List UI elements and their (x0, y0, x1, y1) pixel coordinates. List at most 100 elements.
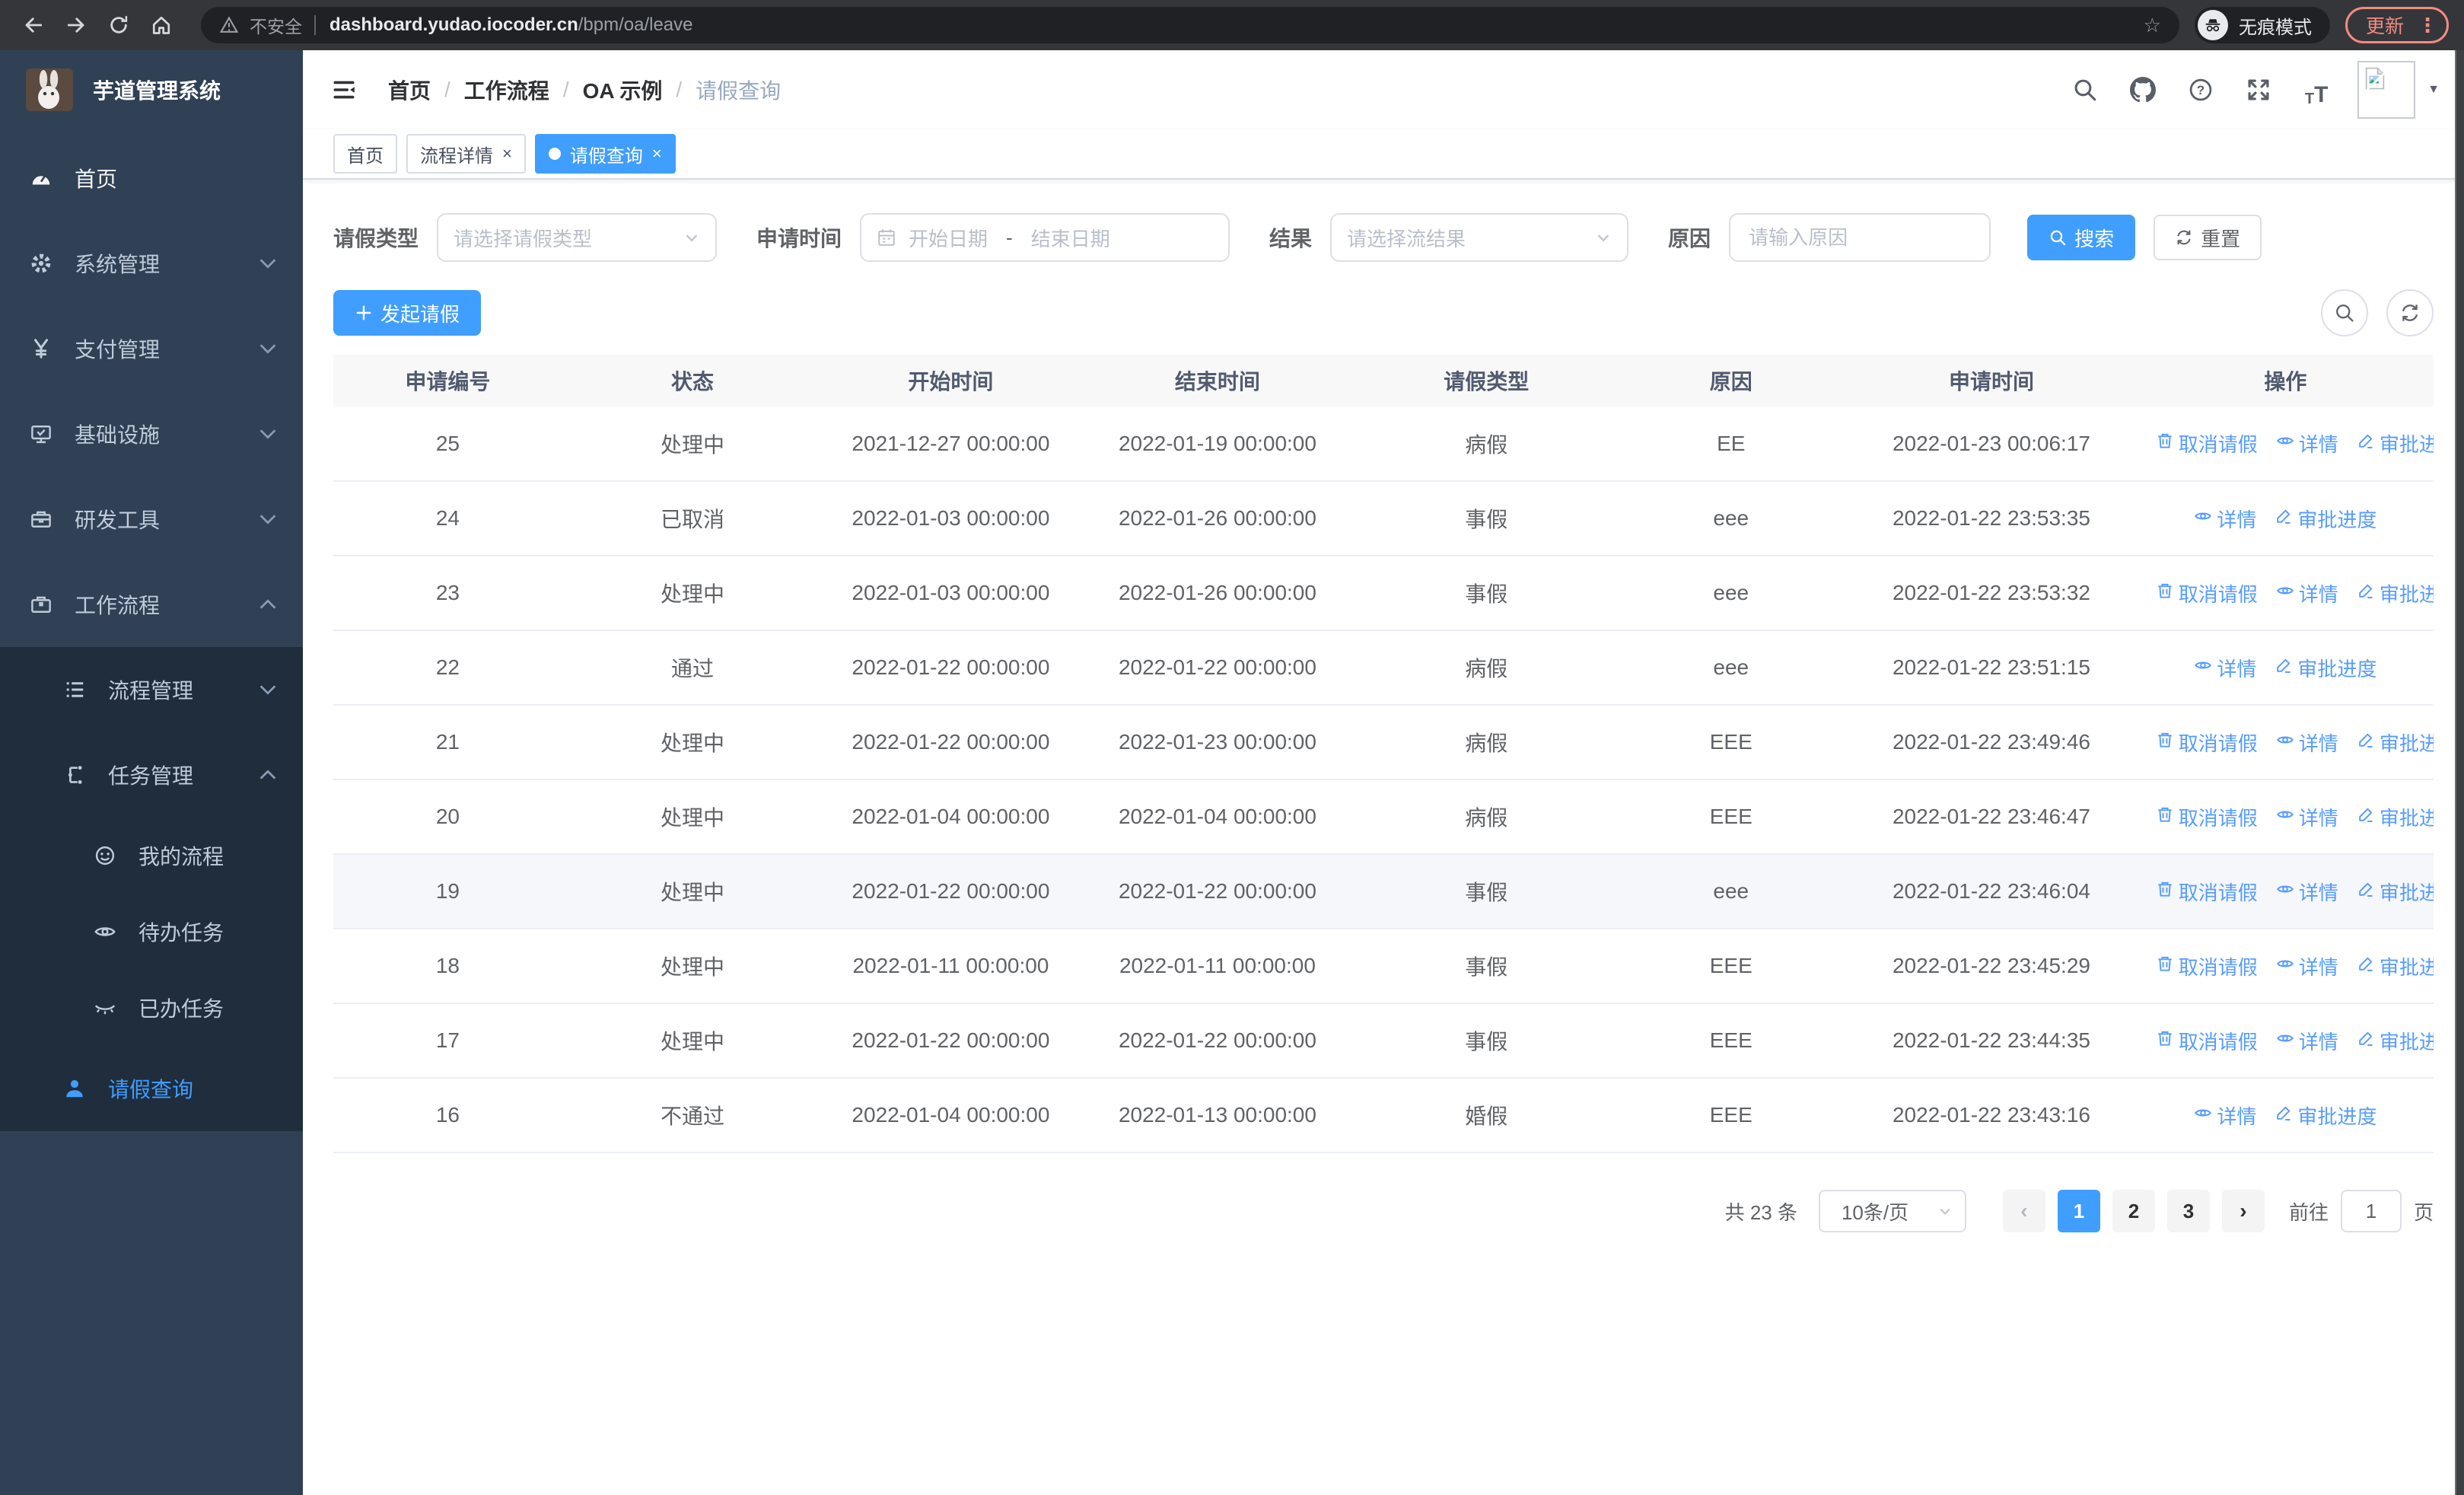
cell-status: 通过 (562, 630, 823, 706)
eye-icon (2194, 1104, 2217, 1127)
progress-action-link[interactable]: 审批进度 (2357, 429, 2434, 457)
trash-icon (2156, 432, 2179, 455)
breadcrumb-home[interactable]: 首页 (388, 75, 431, 105)
sidebar-item-todo-task[interactable]: 待办任务 (0, 894, 303, 970)
sidebar-item-done-task[interactable]: 已办任务 (0, 970, 303, 1046)
progress-action-link[interactable]: 审批进度 (2357, 878, 2434, 906)
sidebar-item-devtools[interactable]: 研发工具 (0, 477, 303, 562)
cancel-action-link[interactable]: 取消请假 (2156, 803, 2258, 831)
cancel-action-link[interactable]: 取消请假 (2156, 728, 2258, 757)
leave-type-label: 请假类型 (333, 227, 419, 250)
cancel-action-link[interactable]: 取消请假 (2156, 952, 2258, 980)
detail-action-link[interactable]: 详情 (2276, 429, 2338, 457)
refresh-icon[interactable] (2386, 289, 2434, 336)
sidebar-item-home[interactable]: 首页 (0, 135, 303, 221)
detail-action-link[interactable]: 详情 (2276, 878, 2338, 906)
avatar[interactable] (2357, 61, 2416, 119)
sidebar-item-process-mgmt[interactable]: 流程管理 (0, 647, 303, 732)
cell-start: 2021-12-27 00:00:00 (823, 406, 1079, 482)
toggle-search-icon[interactable] (2321, 289, 2368, 336)
browser-home-icon[interactable] (143, 7, 180, 43)
sidebar-item-workflow[interactable]: 工作流程 (0, 562, 303, 647)
browser-update-button[interactable]: 更新 ⋮ (2345, 7, 2449, 43)
close-icon[interactable]: × (652, 145, 662, 162)
cancel-action-link[interactable]: 取消请假 (2156, 1027, 2258, 1055)
page-button-2[interactable]: 2 (2112, 1190, 2155, 1232)
progress-action-label: 审批进度 (2379, 806, 2434, 830)
sidebar-item-system[interactable]: 系统管理 (0, 221, 303, 306)
page-button-1[interactable]: 1 (2057, 1190, 2100, 1232)
cell-start: 2022-01-03 00:00:00 (823, 556, 1079, 631)
chevron-down-icon[interactable]: ▼ (2427, 83, 2440, 97)
create-leave-button[interactable]: 发起请假 (333, 290, 482, 336)
font-size-icon[interactable]: TT (2300, 73, 2333, 107)
progress-action-link[interactable]: 审批进度 (2275, 505, 2376, 533)
cancel-action-link[interactable]: 取消请假 (2156, 878, 2258, 906)
detail-action-link[interactable]: 详情 (2194, 654, 2256, 682)
leave-type-select[interactable]: 请选择请假类型 (437, 213, 718, 262)
breadcrumb-oa-example[interactable]: OA 示例 (583, 75, 663, 105)
tab-首页[interactable]: 首页 (333, 134, 397, 174)
address-bar[interactable]: 不安全 dashboard.yudao.iocoder.cn /bpm/oa/l… (201, 7, 2179, 43)
sidebar-item-task-mgmt[interactable]: 任务管理 (0, 732, 303, 818)
help-icon[interactable]: ? (2184, 73, 2217, 107)
sidebar-collapse-icon[interactable] (327, 73, 361, 107)
tab-请假查询[interactable]: 请假查询 × (534, 134, 676, 174)
reset-button[interactable]: 重置 (2154, 215, 2262, 260)
progress-action-link[interactable]: 审批进度 (2275, 1101, 2376, 1130)
detail-action-link[interactable]: 详情 (2276, 728, 2338, 757)
sidebar-item-infra[interactable]: 基础设施 (0, 391, 303, 477)
browser-forward-icon[interactable] (58, 7, 94, 43)
progress-action-link[interactable]: 审批进度 (2357, 952, 2434, 980)
tag-tabs-bar: 首页 流程详情 × 请假查询 × (303, 129, 2464, 180)
detail-action-link[interactable]: 详情 (2194, 505, 2256, 533)
page-button-3[interactable]: 3 (2166, 1190, 2210, 1232)
search-button[interactable]: 搜索 (2027, 215, 2136, 260)
cancel-action-link[interactable]: 取消请假 (2156, 429, 2258, 457)
progress-action-link[interactable]: 审批进度 (2357, 579, 2434, 607)
browser-reload-icon[interactable] (100, 7, 137, 43)
page-size-select[interactable]: 10条/页 (1818, 1190, 1966, 1232)
browser-menu-icon[interactable]: ⋮ (2418, 15, 2437, 35)
breadcrumb-current: 请假查询 (696, 79, 782, 103)
progress-action-link[interactable]: 审批进度 (2357, 728, 2434, 757)
browser-back-icon[interactable] (15, 7, 52, 43)
github-icon[interactable] (2126, 73, 2160, 107)
chevron-down-icon (256, 507, 280, 531)
browser-scrollbar[interactable] (2455, 50, 2464, 1495)
breadcrumb-workflow[interactable]: 工作流程 (464, 75, 549, 105)
cell-status: 处理中 (562, 779, 823, 855)
bookmark-star-icon[interactable]: ☆ (2144, 14, 2161, 37)
goto-page-input[interactable] (2340, 1190, 2402, 1232)
sidebar-item-leave-query[interactable]: 请假查询 (0, 1046, 303, 1131)
tab-label: 请假查询 (569, 145, 643, 167)
detail-action-link[interactable]: 详情 (2276, 803, 2338, 831)
detail-action-link[interactable]: 详情 (2276, 952, 2338, 980)
table-toolbar: 发起请假 (333, 289, 2434, 336)
detail-action-link[interactable]: 详情 (2276, 579, 2338, 607)
apply-time-range-picker[interactable]: 开始日期 - 结束日期 (860, 213, 1230, 262)
pen-icon (2275, 1104, 2297, 1127)
reason-input[interactable] (1746, 224, 1975, 251)
eye-icon (2194, 507, 2217, 531)
table-row: 16 不通过 2022-01-04 00:00:00 2022-01-13 00:00… (333, 1078, 2434, 1153)
sidebar-item-pay[interactable]: 支付管理 (0, 306, 303, 391)
next-page-icon[interactable]: › (2221, 1190, 2265, 1232)
tab-流程详情[interactable]: 流程详情 × (406, 134, 526, 174)
trash-icon (2156, 805, 2179, 829)
cell-id: 24 (333, 481, 562, 556)
fullscreen-icon[interactable] (2242, 73, 2275, 107)
sidebar-item-label: 系统管理 (75, 253, 161, 276)
progress-action-link[interactable]: 审批进度 (2357, 1027, 2434, 1055)
result-select[interactable]: 请选择流结果 (1330, 213, 1629, 262)
search-icon[interactable] (2068, 73, 2102, 107)
prev-page-icon[interactable]: ‹ (2002, 1190, 2045, 1232)
progress-action-link[interactable]: 审批进度 (2275, 654, 2376, 682)
progress-action-link[interactable]: 审批进度 (2357, 803, 2434, 831)
close-icon[interactable]: × (502, 145, 512, 162)
cancel-action-link[interactable]: 取消请假 (2156, 579, 2258, 607)
detail-action-link[interactable]: 详情 (2276, 1027, 2338, 1055)
detail-action-link[interactable]: 详情 (2194, 1101, 2256, 1130)
table-row: 22 通过 2022-01-22 00:00:00 2022-01-22 00:00:… (333, 630, 2434, 706)
sidebar-item-my-process[interactable]: 我的流程 (0, 818, 303, 894)
